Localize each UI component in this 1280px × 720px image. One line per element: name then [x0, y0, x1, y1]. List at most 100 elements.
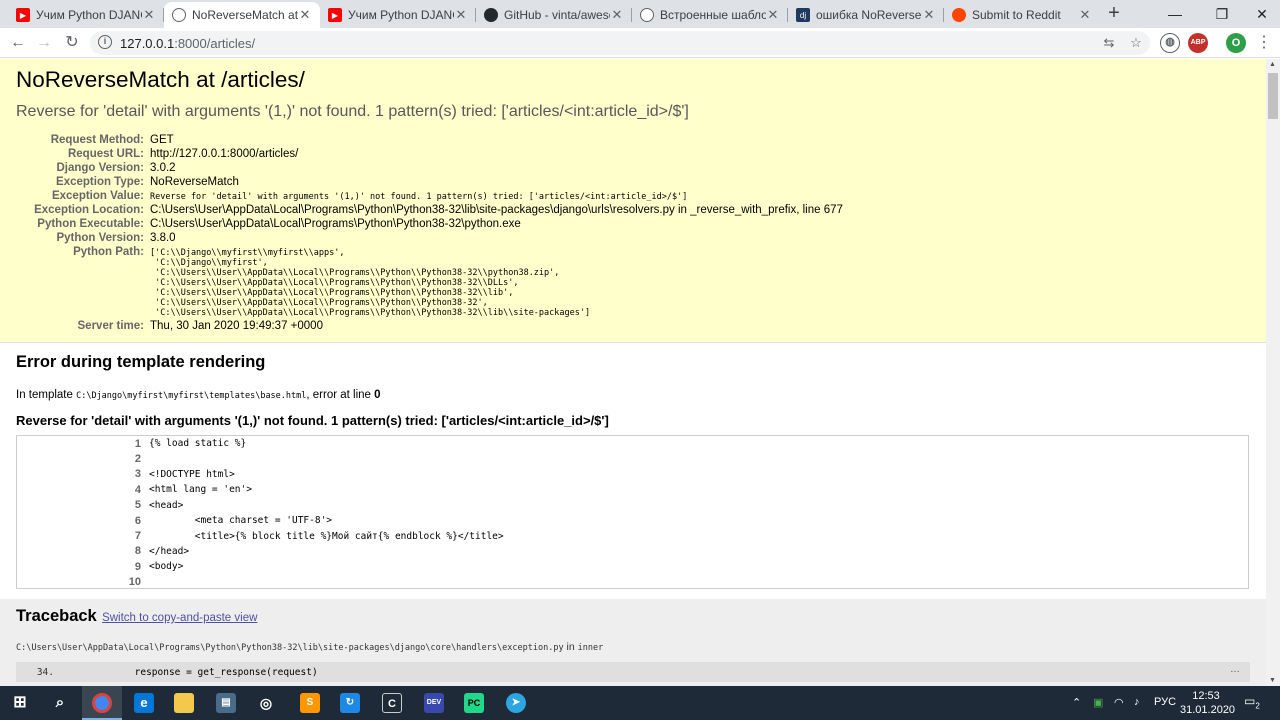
meta-label: Exception Location: — [34, 204, 144, 216]
template-prefix: In template — [16, 389, 77, 401]
tab-5[interactable]: Встроенные шаблонные теги ✕ — [632, 2, 788, 28]
error-at-line-text: , error at line — [306, 389, 375, 401]
expand-context-button[interactable]: … — [1230, 664, 1240, 675]
tab-title: ошибка NoReverseMatch — [816, 8, 922, 22]
chrome-icon[interactable] — [92, 693, 112, 713]
volume-icon[interactable]: ♪ — [1134, 696, 1140, 708]
meta-label: Server time: — [77, 320, 144, 332]
source-line-number: 5 — [134, 499, 141, 512]
source-line: 7 <title>{% block title %}Мой сайт{% end… — [17, 528, 1248, 543]
source-line-number: 6 — [134, 514, 141, 527]
youtube-icon: ▶ — [16, 8, 30, 22]
app-icon[interactable]: ◎ — [256, 693, 276, 713]
traceback-context-line[interactable]: 34. response = get_response(request) … — [16, 662, 1250, 682]
globe-icon — [640, 8, 654, 22]
translate-icon[interactable]: ⇆ — [1100, 34, 1118, 52]
clock[interactable]: 12:53 31.01.2020 — [1180, 689, 1235, 717]
notifications-icon[interactable]: ▭2 — [1244, 694, 1260, 710]
template-location: In template C:\Django\myfirst\myfirst\te… — [16, 389, 1250, 401]
file-explorer-icon[interactable] — [174, 693, 194, 713]
tab-6[interactable]: dj ошибка NoReverseMatch ✕ — [788, 2, 944, 28]
tab-4[interactable]: GitHub - vinta/awesome-python ✕ — [476, 2, 632, 28]
scrollbar-thumb[interactable] — [1268, 73, 1278, 119]
close-icon[interactable]: ✕ — [922, 7, 936, 23]
url-host: 127.0.0.1 — [120, 36, 175, 51]
source-line-number: 8 — [134, 545, 141, 558]
tab-2-active[interactable]: NoReverseMatch at /articles/ ✕ — [164, 2, 320, 28]
profile-avatar[interactable]: O — [1226, 33, 1246, 53]
close-icon[interactable]: ✕ — [1078, 7, 1092, 23]
back-button[interactable]: ← — [8, 33, 28, 53]
meta-label: Request URL: — [67, 148, 144, 160]
tab-1[interactable]: ▶ Учим Python DJANGO ✕ — [8, 2, 164, 28]
close-icon[interactable]: ✕ — [142, 7, 156, 23]
minimize-button[interactable]: — — [1165, 4, 1185, 24]
source-line-code: <meta charset = 'UTF-8'> — [149, 515, 333, 527]
source-line-code: <body> — [149, 561, 184, 573]
meta-label: Exception Type: — [56, 176, 144, 188]
tab-title: Встроенные шаблонные теги — [660, 8, 766, 22]
tab-title: Submit to Reddit — [972, 8, 1061, 22]
meta-row: Exception Location: C:\Users\User\AppData… — [16, 203, 843, 217]
page-scrollbar[interactable]: ▲ ▼ — [1266, 59, 1280, 686]
menu-kebab-icon[interactable]: ⋮ — [1254, 33, 1274, 53]
adblock-icon[interactable]: ABP — [1188, 33, 1208, 53]
pycharm-icon[interactable]: PC — [464, 693, 484, 713]
frame-in-text: in — [563, 641, 578, 653]
meta-label: Python Path: — [73, 246, 144, 258]
source-line-number: 7 — [134, 530, 141, 543]
meta-row: Request Method: GET — [16, 133, 843, 147]
url-text[interactable]: 127.0.0.1:8000/articles/ — [120, 36, 255, 51]
maximize-button[interactable]: ❐ — [1212, 4, 1232, 24]
source-line-code: <title>{% block title %}Мой сайт{% endbl… — [149, 530, 504, 542]
edge-icon[interactable]: e — [134, 693, 154, 713]
close-icon[interactable]: ✕ — [610, 7, 624, 23]
telegram-icon[interactable]: ➤ — [506, 693, 526, 713]
meta-label: Django Version: — [56, 162, 144, 174]
extension-globe-icon[interactable]: ◍ — [1160, 33, 1180, 53]
sync-app-icon[interactable]: ↻ — [340, 693, 360, 713]
reload-button[interactable]: ↻ — [62, 33, 82, 53]
sublime-text-icon[interactable]: S — [300, 693, 320, 713]
scroll-down-arrow-icon[interactable]: ▼ — [1269, 677, 1276, 684]
dev-app-icon[interactable]: DEV — [424, 693, 444, 713]
globe-icon — [172, 8, 186, 22]
bookmark-star-icon[interactable]: ☆ — [1127, 34, 1145, 52]
tray-app-icon[interactable]: ▣ — [1093, 696, 1103, 709]
source-line-number: 3 — [134, 468, 141, 481]
search-icon[interactable]: ⌕ — [50, 693, 70, 713]
switch-copy-paste-link[interactable]: Switch to copy-and-paste view — [102, 612, 257, 624]
close-icon[interactable]: ✕ — [298, 7, 312, 23]
page-title: NoReverseMatch at /articles/ — [16, 67, 305, 92]
terminal-icon[interactable]: C — [382, 693, 402, 713]
tab-title: Учим Python DJANGO — [348, 8, 454, 22]
new-tab-button[interactable]: + — [1104, 3, 1124, 24]
language-indicator[interactable]: РУС — [1154, 696, 1176, 708]
info-icon[interactable]: i — [98, 35, 112, 49]
app-icon[interactable]: ▤ — [216, 693, 236, 713]
source-line-code: </head> — [149, 545, 190, 557]
traceback-section: Traceback Switch to copy-and-paste view … — [0, 599, 1266, 686]
tray-chevron-icon[interactable]: ⌃ — [1072, 696, 1081, 709]
source-line-number: 1 — [134, 437, 141, 450]
tab-7[interactable]: Submit to Reddit ✕ — [944, 2, 1100, 28]
tab-3[interactable]: ▶ Учим Python DJANGO ✕ — [320, 2, 476, 28]
scroll-up-arrow-icon[interactable]: ▲ — [1269, 61, 1276, 68]
source-line-code: {% load static %} — [149, 438, 247, 450]
close-icon[interactable]: ✕ — [454, 7, 468, 23]
template-error-section: Error during template rendering In templ… — [0, 343, 1266, 599]
windows-start-icon[interactable]: ⊞ — [10, 694, 30, 714]
frame-file-path: C:\Users\User\AppData\Local\Programs\Pyt… — [16, 643, 564, 653]
template-source[interactable]: 1 {% load static %} 2 3 <!DOCTYPE html> 4 <htm… — [16, 435, 1249, 589]
windows-taskbar: ⊞ ⌕ e ▤ ◎ S ↻ C DEV PC ➤ ⌃ ▣ ◠ ♪ РУС 12:… — [0, 686, 1280, 720]
meta-row: Server time: Thu, 30 Jan 2020 19:49:37 +0… — [16, 319, 843, 333]
address-bar[interactable]: i 127.0.0.1:8000/articles/ ⇆ ☆ — [90, 31, 1150, 55]
django-error-page: NoReverseMatch at /articles/ Reverse for… — [0, 59, 1266, 686]
close-icon[interactable]: ✕ — [766, 7, 780, 23]
error-summary: NoReverseMatch at /articles/ Reverse for… — [0, 59, 1266, 343]
forward-button[interactable]: → — [34, 33, 54, 53]
meta-label: Exception Value: — [51, 190, 144, 202]
source-line-code: <html lang = 'en'> — [149, 484, 252, 496]
window-close-button[interactable]: ✕ — [1252, 4, 1272, 24]
wifi-icon[interactable]: ◠ — [1114, 696, 1124, 709]
